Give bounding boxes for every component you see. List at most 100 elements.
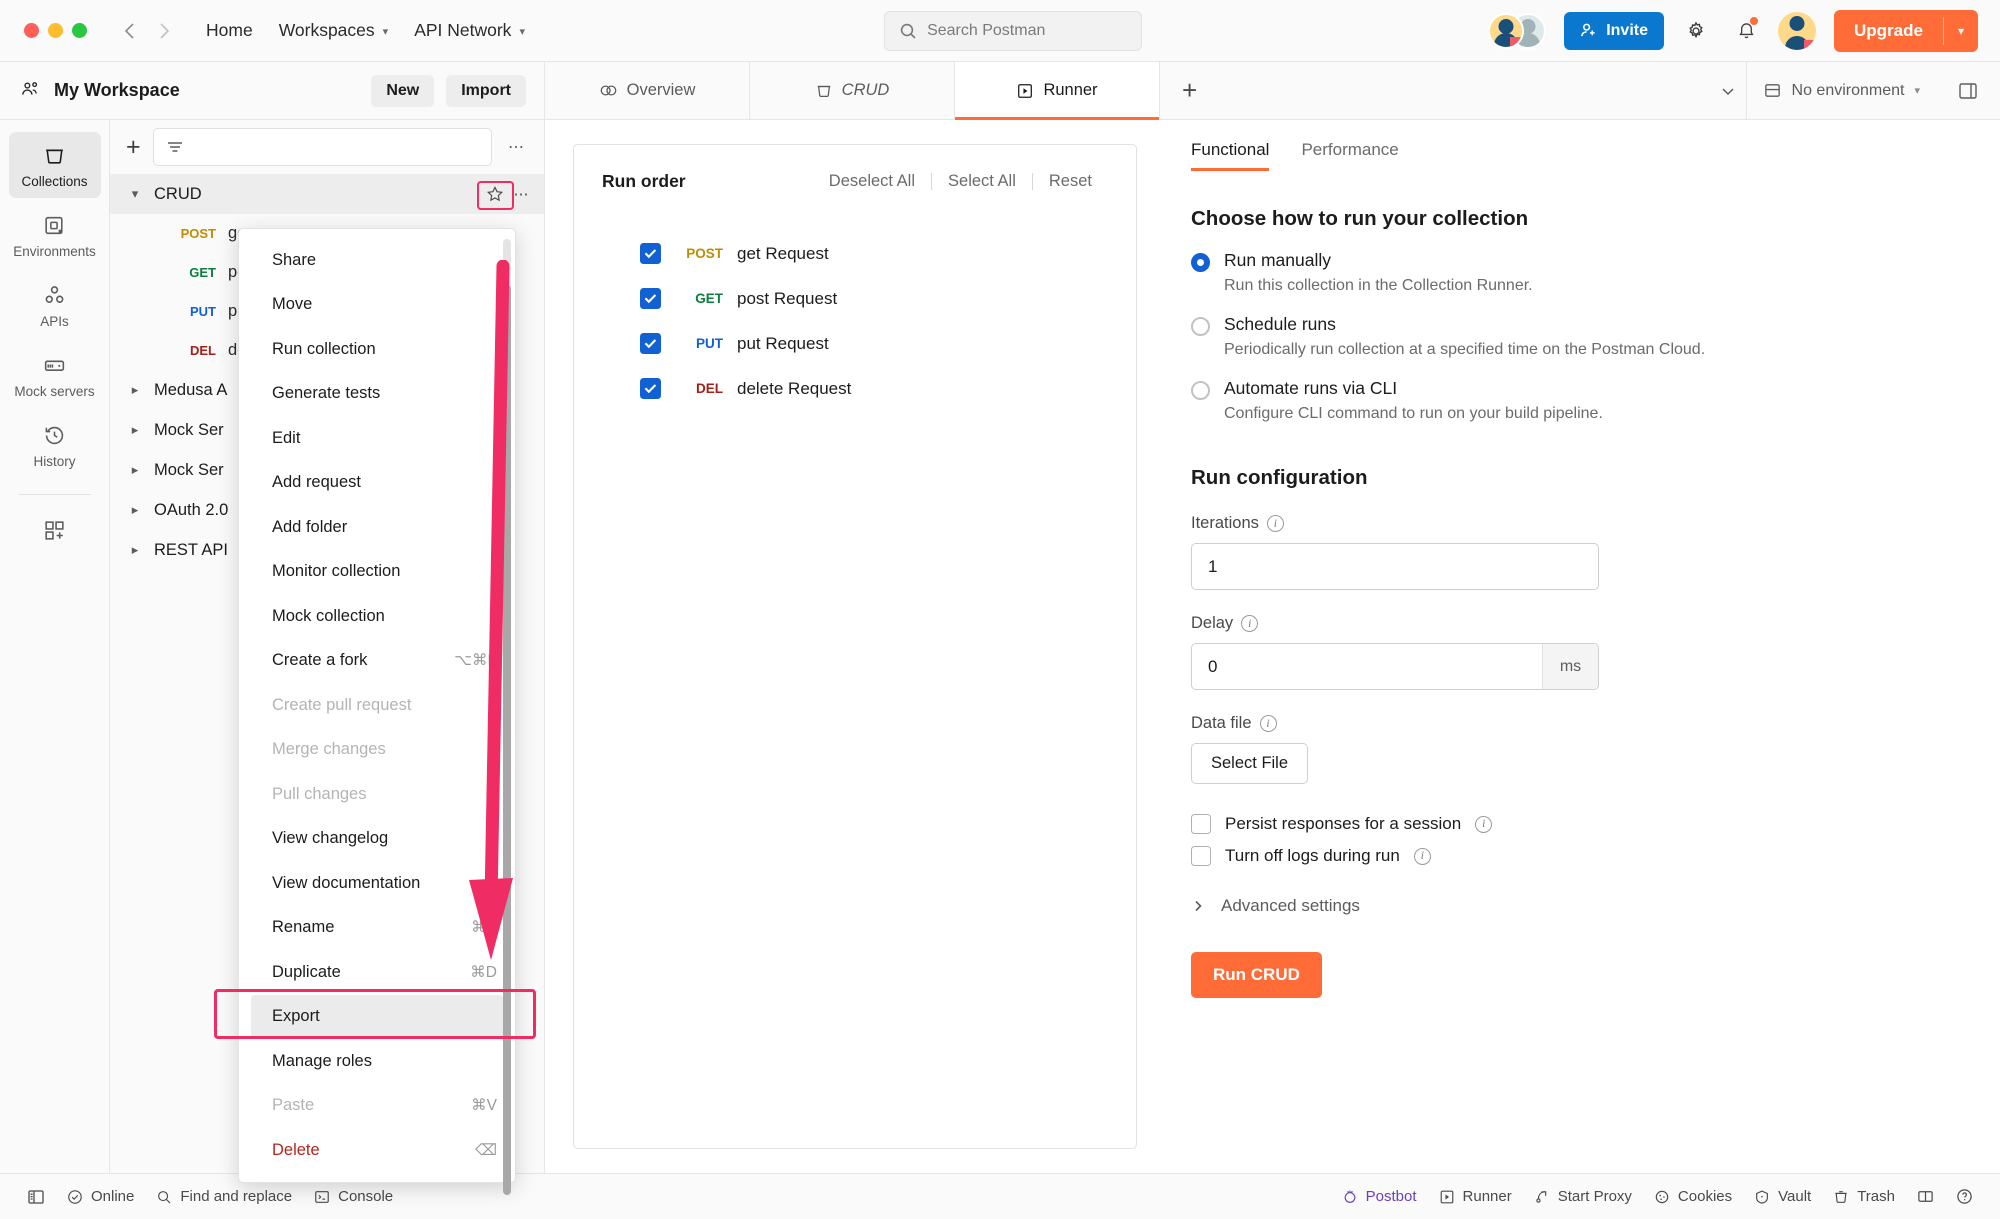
collaborator-avatars[interactable] — [1488, 11, 1550, 51]
runner-button[interactable]: Runner — [1428, 1188, 1523, 1205]
checkbox-icon[interactable] — [1191, 846, 1211, 866]
run-collection-button[interactable]: Run CRUD — [1191, 952, 1322, 998]
delay-input[interactable]: 0 ms — [1191, 643, 1599, 690]
checkbox-icon[interactable] — [1191, 814, 1211, 834]
run-order-checkbox[interactable] — [640, 333, 661, 354]
tab-performance[interactable]: Performance — [1301, 140, 1398, 171]
chevron-right-icon[interactable]: ▸ — [126, 382, 144, 398]
chevron-right-icon[interactable]: ▸ — [126, 422, 144, 438]
tab-runner[interactable]: Runner — [955, 62, 1160, 120]
postbot-button[interactable]: Postbot — [1331, 1188, 1428, 1205]
context-menu-item-rename[interactable]: Rename ⌘E — [239, 906, 515, 951]
tab-crud[interactable]: CRUD — [750, 62, 955, 119]
forward-icon[interactable] — [147, 14, 181, 48]
status-online[interactable]: Online — [56, 1188, 145, 1205]
context-menu-item-generate-tests[interactable]: Generate tests — [239, 372, 515, 417]
info-icon[interactable]: i — [1413, 847, 1431, 865]
run-order-checkbox[interactable] — [640, 243, 661, 264]
api-network-menu[interactable]: API Network ▾ — [401, 13, 538, 48]
context-menu-item-monitor-collection[interactable]: Monitor collection — [239, 550, 515, 595]
collection-more-actions-button[interactable]: ⋯ — [514, 185, 531, 203]
context-menu-item-manage-roles[interactable]: Manage roles — [239, 1039, 515, 1084]
context-menu-scrollbar-thumb[interactable] — [503, 285, 511, 1195]
run-order-checkbox[interactable] — [640, 288, 661, 309]
context-menu-item-duplicate[interactable]: Duplicate ⌘D — [239, 950, 515, 995]
context-menu-item-delete[interactable]: Delete ⌫ — [239, 1128, 515, 1173]
persist-responses-option[interactable]: Persist responses for a session i — [1191, 814, 1970, 834]
info-icon[interactable]: i — [1266, 515, 1284, 532]
info-icon[interactable]: i — [1475, 815, 1493, 833]
reset-button[interactable]: Reset — [1033, 172, 1108, 191]
context-menu-item-share[interactable]: Share — [239, 238, 515, 283]
sidebar-item-collections[interactable]: Collections — [8, 132, 101, 198]
invite-button[interactable]: Invite — [1564, 11, 1664, 50]
bell-icon[interactable] — [1728, 13, 1764, 49]
upgrade-button[interactable]: Upgrade ▾ — [1834, 9, 1978, 52]
help-button[interactable] — [1945, 1188, 1984, 1205]
context-menu-item-add-folder[interactable]: Add folder — [239, 505, 515, 550]
context-menu-item-view-changelog[interactable]: View changelog — [239, 817, 515, 862]
start-proxy-button[interactable]: Start Proxy — [1523, 1188, 1643, 1205]
vault-button[interactable]: Vault — [1743, 1188, 1822, 1205]
chevron-down-icon[interactable]: ▾ — [126, 186, 144, 202]
run-order-row[interactable]: DEL delete Request — [640, 366, 1108, 411]
plus-icon[interactable]: + — [126, 134, 141, 160]
chevron-right-icon[interactable]: ▸ — [126, 462, 144, 478]
user-avatar[interactable] — [1778, 11, 1816, 50]
context-menu-item-mock-collection[interactable]: Mock collection — [239, 594, 515, 639]
add-module-button[interactable] — [9, 507, 101, 552]
run-order-row[interactable]: POST get Request — [640, 231, 1108, 276]
run-order-checkbox[interactable] — [640, 378, 661, 399]
import-button[interactable]: Import — [446, 74, 526, 107]
context-menu-item-move[interactable]: Move — [239, 283, 515, 328]
radio-icon[interactable] — [1191, 317, 1210, 336]
info-icon[interactable]: i — [1259, 715, 1277, 732]
filter-input[interactable] — [152, 128, 492, 166]
cookies-button[interactable]: Cookies — [1643, 1188, 1743, 1205]
sidebar-item-environments[interactable]: Environments — [9, 202, 101, 268]
new-button[interactable]: New — [371, 74, 435, 107]
tab-functional[interactable]: Functional — [1191, 140, 1270, 171]
maximize-window-button[interactable] — [72, 23, 87, 38]
minimize-window-button[interactable] — [48, 23, 63, 38]
chevron-right-icon[interactable]: ▸ — [126, 542, 144, 558]
select-file-button[interactable]: Select File — [1191, 743, 1309, 784]
run-order-row[interactable]: PUT put Request — [640, 321, 1108, 366]
context-menu-item-run-collection[interactable]: Run collection — [239, 327, 515, 372]
home-link[interactable]: Home — [193, 13, 266, 48]
deselect-all-button[interactable]: Deselect All — [813, 172, 931, 191]
find-and-replace-button[interactable]: Find and replace — [145, 1188, 303, 1205]
environment-quick-look-icon[interactable] — [1950, 73, 1986, 109]
turn-off-logs-option[interactable]: Turn off logs during run i — [1191, 846, 1970, 866]
tab-overview[interactable]: Overview — [545, 62, 750, 119]
chevron-down-icon[interactable]: ▾ — [1944, 10, 1978, 52]
back-icon[interactable] — [113, 14, 147, 48]
workspaces-menu[interactable]: Workspaces ▾ — [266, 13, 402, 48]
run-order-row[interactable]: GET post Request — [640, 276, 1108, 321]
run-mode-option-schedule[interactable]: Schedule runs Periodically run collectio… — [1191, 314, 1970, 359]
console-button[interactable]: Console — [303, 1188, 404, 1205]
sidebar-item-mock-servers[interactable]: Mock servers — [9, 342, 101, 408]
chevron-right-icon[interactable]: ▸ — [126, 502, 144, 518]
sidebar-toggle-icon[interactable] — [16, 1188, 56, 1206]
context-menu-item-edit[interactable]: Edit — [239, 416, 515, 461]
close-window-button[interactable] — [24, 23, 39, 38]
layout-toggle-button[interactable] — [1906, 1188, 1945, 1205]
context-menu-item-add-request[interactable]: Add request — [239, 461, 515, 506]
run-mode-option-cli[interactable]: Automate runs via CLI Configure CLI comm… — [1191, 378, 1970, 423]
radio-icon[interactable] — [1191, 381, 1210, 400]
sidebar-item-history[interactable]: History — [9, 412, 101, 478]
gear-icon[interactable] — [1678, 13, 1714, 49]
more-horizontal-icon[interactable]: ⋯ — [504, 137, 530, 157]
search-input[interactable]: Search Postman — [884, 10, 1143, 51]
radio-icon[interactable] — [1191, 253, 1210, 272]
new-tab-button[interactable]: + — [1160, 62, 1219, 119]
context-menu-item-view-documentation[interactable]: View documentation — [239, 861, 515, 906]
iterations-input[interactable]: 1 — [1191, 543, 1599, 590]
select-all-button[interactable]: Select All — [932, 172, 1032, 191]
advanced-settings-toggle[interactable]: Advanced settings — [1191, 896, 1970, 916]
run-mode-option-manual[interactable]: Run manually Run this collection in the … — [1191, 250, 1970, 295]
trash-button[interactable]: Trash — [1822, 1188, 1906, 1205]
info-icon[interactable]: i — [1241, 615, 1259, 632]
context-menu-item-create-a-fork[interactable]: Create a fork ⌥⌘F — [239, 639, 515, 684]
